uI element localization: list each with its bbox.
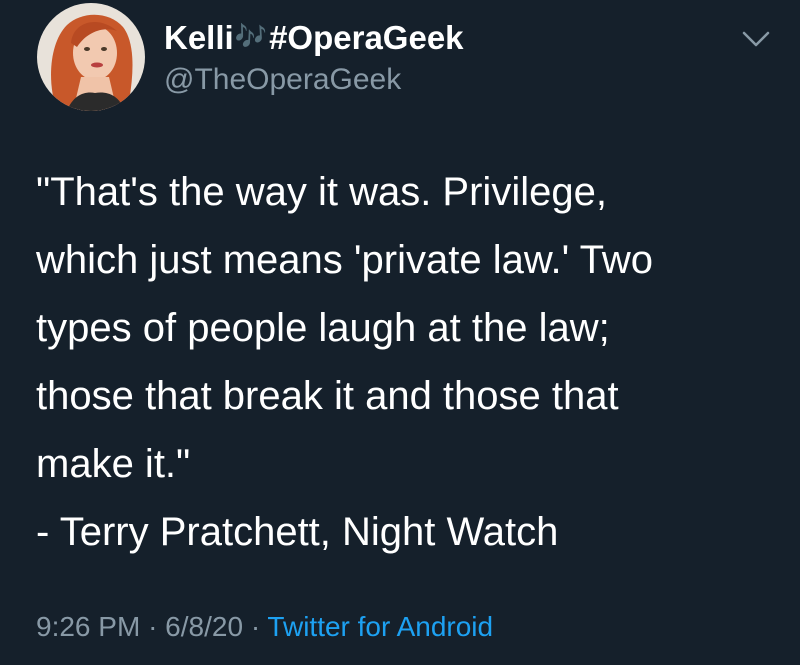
tweet-date[interactable]: 6/8/20	[165, 611, 243, 642]
author-name-suffix: #OperaGeek	[269, 19, 464, 56]
meta-separator: ·	[148, 611, 158, 642]
tweet-text-line: "That's the way it was. Privilege,	[36, 170, 607, 214]
tweet-text: "That's the way it was. Privilege, which…	[36, 158, 776, 566]
meta-separator: ·	[250, 611, 261, 642]
tweet-text-line: which just means 'private law.' Two	[36, 238, 654, 282]
tweet-text-line: those that break it and those that	[36, 374, 619, 418]
tweet-meta: 9:26 PM · 6/8/20 · Twitter for Android	[36, 607, 493, 647]
tweet-text-line: make it."	[36, 442, 191, 486]
display-name[interactable]: Kelli 🎶 #OperaGeek	[164, 16, 464, 60]
tweet-source-link[interactable]: Twitter for Android	[267, 611, 493, 642]
avatar-image	[37, 3, 145, 111]
chevron-down-icon[interactable]	[740, 26, 772, 52]
author-name: Kelli	[164, 19, 234, 56]
tweet-text-line: - Terry Pratchett, Night Watch	[36, 510, 559, 554]
tweet-text-line: types of people laugh at the law;	[36, 306, 610, 350]
avatar[interactable]	[37, 3, 145, 111]
musical-notes-icon: 🎶	[234, 21, 268, 51]
author-handle[interactable]: @TheOperaGeek	[164, 60, 401, 100]
tweet-time[interactable]: 9:26 PM	[36, 611, 140, 642]
tweet: Kelli 🎶 #OperaGeek @TheOperaGeek "That's…	[0, 0, 800, 665]
